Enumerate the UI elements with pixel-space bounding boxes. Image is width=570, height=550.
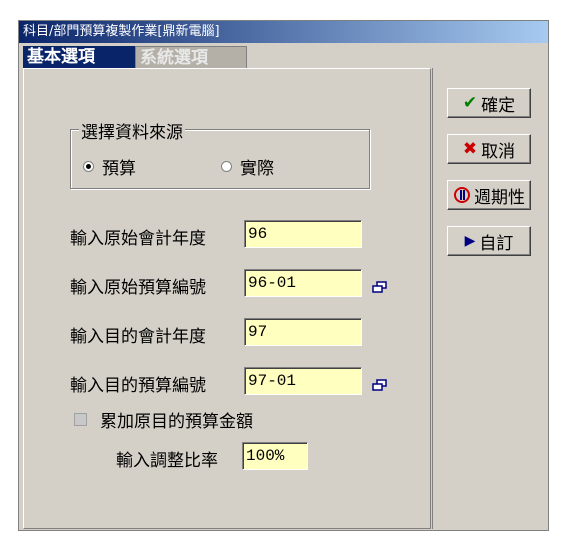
radio-actual[interactable]: 實際 bbox=[221, 154, 274, 179]
ratio-input[interactable]: 100% bbox=[242, 442, 308, 470]
accumulate-checkbox[interactable] bbox=[74, 413, 87, 426]
radio-actual-indicator[interactable] bbox=[221, 161, 232, 172]
orig-year-label: 輸入原始會計年度 bbox=[70, 229, 206, 249]
basic-options-panel: 選擇資料來源 預算 實際 輸入原始會計年度 96 輸入原始預算編號 96-01 … bbox=[23, 68, 431, 529]
periodic-icon bbox=[454, 187, 470, 203]
title-bar: 科目/部門預算複製作業[鼎新電腦] bbox=[19, 21, 548, 43]
target-budget-label: 輸入目的預算編號 bbox=[70, 376, 206, 396]
close-icon: ✖ bbox=[462, 139, 478, 159]
dialog-window: 科目/部門預算複製作業[鼎新電腦] 基本選項 系統選項 選擇資料來源 預算 實際… bbox=[18, 20, 549, 531]
target-year-input[interactable]: 97 bbox=[244, 318, 362, 346]
cancel-button-label: 取消 bbox=[481, 141, 516, 162]
ok-button[interactable]: ✔ 確定 bbox=[447, 88, 531, 118]
orig-budget-label: 輸入原始預算編號 bbox=[70, 278, 206, 298]
target-budget-input[interactable]: 97-01 bbox=[244, 367, 362, 395]
periodic-button-label: 週期性 bbox=[474, 187, 525, 208]
periodic-button[interactable]: 週期性 bbox=[447, 180, 531, 210]
data-source-legend: 選擇資料來源 bbox=[79, 118, 185, 143]
play-arrow-icon: ▶ bbox=[464, 233, 476, 249]
button-column: ✔ 確定 ✖ 取消 週期性 ▶ 自訂 bbox=[432, 68, 549, 529]
checkmark-icon: ✔ bbox=[462, 93, 478, 113]
ratio-label: 輸入調整比率 bbox=[116, 451, 218, 471]
custom-button-label: 自訂 bbox=[479, 233, 514, 254]
target-year-label: 輸入目的會計年度 bbox=[70, 327, 206, 347]
custom-button[interactable]: ▶ 自訂 bbox=[447, 226, 531, 256]
radio-actual-label: 實際 bbox=[240, 159, 274, 179]
tab-basic-options[interactable]: 基本選項 bbox=[23, 46, 135, 68]
radio-budget[interactable]: 預算 bbox=[83, 154, 136, 179]
data-source-group: 選擇資料來源 預算 實際 bbox=[70, 118, 370, 189]
orig-year-input[interactable]: 96 bbox=[244, 220, 362, 248]
accumulate-label: 累加原目的預算金額 bbox=[100, 412, 253, 432]
orig-budget-lookup-icon[interactable] bbox=[372, 281, 388, 293]
radio-budget-label: 預算 bbox=[102, 159, 136, 179]
tab-system-options[interactable]: 系統選項 bbox=[135, 46, 247, 68]
target-budget-lookup-icon[interactable] bbox=[372, 379, 388, 391]
radio-budget-indicator[interactable] bbox=[83, 161, 94, 172]
ok-button-label: 確定 bbox=[481, 95, 516, 116]
cancel-button[interactable]: ✖ 取消 bbox=[447, 134, 531, 164]
orig-budget-input[interactable]: 96-01 bbox=[244, 269, 362, 297]
